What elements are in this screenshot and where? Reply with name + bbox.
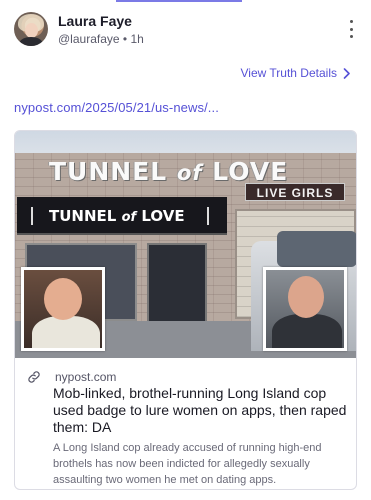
awning-sign-end: LOVE xyxy=(141,207,185,225)
card-image[interactable]: TUNNEL of LOVE LIVE GIRLS TUNNEL of LOVE xyxy=(15,131,356,358)
source-row: nypost.com xyxy=(27,370,116,384)
meta-separator: • xyxy=(122,32,128,46)
inset-photo-right xyxy=(263,267,347,351)
author-name[interactable]: Laura Faye xyxy=(58,13,132,29)
avatar[interactable] xyxy=(14,12,48,46)
roof-sign: TUNNEL of LOVE xyxy=(49,157,288,186)
live-girls-sign: LIVE GIRLS xyxy=(245,183,345,201)
roof-sign-end: LOVE xyxy=(212,157,289,186)
roof-sign-main: TUNNEL xyxy=(49,157,168,186)
post-url-link[interactable]: nypost.com/2025/05/21/us-news/... xyxy=(14,100,219,115)
post-meta: @laurafaye • 1h xyxy=(58,32,144,46)
post-header: Laura Faye @laurafaye • 1h xyxy=(14,12,357,52)
source-domain: nypost.com xyxy=(55,370,117,384)
card-body[interactable]: nypost.com Mob-linked, brothel-running L… xyxy=(15,358,356,489)
roof-sign-of: of xyxy=(176,161,203,185)
view-truth-details-link[interactable]: View Truth Details xyxy=(241,66,352,80)
awning-sign-of: of xyxy=(121,210,137,225)
author-handle[interactable]: @laurafaye xyxy=(58,32,120,46)
inset-photo-left xyxy=(21,267,105,351)
chevron-right-icon xyxy=(343,67,350,79)
view-truth-details-label: View Truth Details xyxy=(240,66,338,80)
card-headline[interactable]: Mob-linked, brothel-running Long Island … xyxy=(53,385,349,436)
card-description: A Long Island cop already accused of run… xyxy=(53,442,322,486)
truck-window xyxy=(277,231,356,267)
storefront-door xyxy=(147,243,207,333)
post-time: 1h xyxy=(130,32,144,46)
awning-sign-main: TUNNEL xyxy=(49,207,117,225)
kebab-menu-icon[interactable] xyxy=(347,20,355,38)
top-accent-bar xyxy=(116,0,242,2)
awning-sign: TUNNEL of LOVE xyxy=(49,207,185,225)
link-icon xyxy=(28,371,40,383)
link-preview-card[interactable]: TUNNEL of LOVE LIVE GIRLS TUNNEL of LOVE xyxy=(14,130,357,490)
